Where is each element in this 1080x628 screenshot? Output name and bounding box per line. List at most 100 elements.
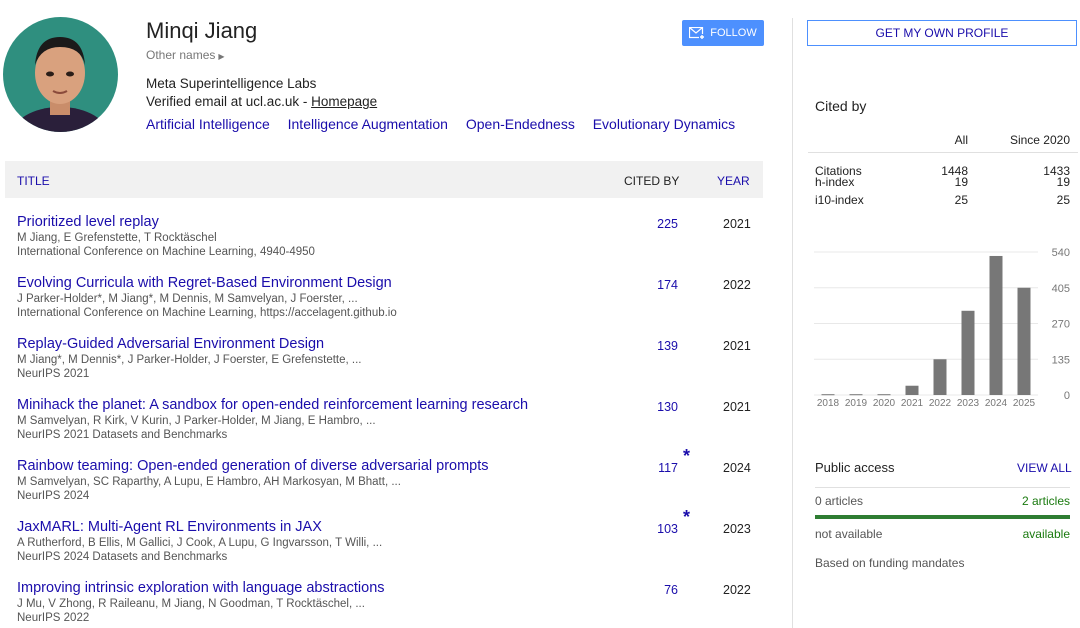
chart-bar[interactable] (989, 255, 1003, 395)
article-authors: J Parker-Holder*, M Jiang*, M Dennis, M … (17, 293, 358, 305)
email-text: Verified email at ucl.ac.uk - (146, 94, 312, 109)
available-label: available (1022, 527, 1070, 541)
follow-button[interactable]: FOLLOW (682, 20, 764, 46)
article-authors: J Mu, V Zhong, R Raileanu, M Jiang, N Go… (17, 598, 365, 610)
article-title-link[interactable]: Improving intrinsic exploration with lan… (17, 580, 385, 596)
sidebar-divider (792, 18, 793, 628)
cited-count-link[interactable]: 225 (657, 217, 678, 231)
chart-bar[interactable] (961, 310, 975, 395)
article-title-link[interactable]: Prioritized level replay (17, 214, 159, 230)
merged-citations-star[interactable]: * (683, 507, 690, 528)
funding-mandates-note: Based on funding mandates (815, 556, 965, 570)
article-title-link[interactable]: JaxMARL: Multi-Agent RL Environments in … (17, 519, 322, 535)
stats-label: h-index (815, 175, 855, 189)
cited-count-link[interactable]: 76 (664, 583, 678, 597)
table-row: Minihack the planet: A sandbox for open-… (5, 397, 763, 455)
chart-bar[interactable] (821, 394, 835, 396)
chart-bar[interactable] (933, 359, 947, 395)
article-title-link[interactable]: Minihack the planet: A sandbox for open-… (17, 397, 528, 413)
chart-x-tick: 2024 (985, 398, 1008, 409)
chart-bar[interactable] (877, 394, 891, 396)
cited-count-link[interactable]: 130 (657, 400, 678, 414)
article-year: 2023 (723, 522, 751, 536)
article-year: 2022 (723, 583, 751, 597)
interest-link[interactable]: Intelligence Augmentation (288, 116, 448, 132)
view-all-link[interactable]: VIEW ALL (1017, 461, 1072, 475)
chart-x-tick: 2020 (873, 398, 896, 409)
article-authors: M Samvelyan, SC Raparthy, A Lupu, E Hamb… (17, 476, 401, 488)
table-row: Improving intrinsic exploration with lan… (5, 580, 763, 628)
research-interests: Artificial Intelligence Intelligence Aug… (146, 116, 749, 132)
article-venue: NeurIPS 2022 (17, 612, 90, 624)
stats-row: h-index 19 19 (808, 171, 1078, 189)
stats-all: 19 (954, 175, 968, 189)
article-venue: International Conference on Machine Lear… (17, 246, 315, 258)
sort-by-year[interactable]: YEAR (717, 174, 750, 188)
stats-all: 25 (954, 193, 968, 207)
stats-col-all: All (954, 133, 968, 147)
article-venue: NeurIPS 2024 (17, 490, 90, 502)
article-year: 2021 (723, 400, 751, 414)
article-year: 2022 (723, 278, 751, 292)
table-row: Rainbow teaming: Open-ended generation o… (5, 446, 763, 516)
stats-label: i10-index (815, 193, 864, 207)
chart-y-tick: 405 (1052, 283, 1070, 295)
chart-bar[interactable] (905, 385, 919, 395)
article-year: 2021 (723, 217, 751, 231)
follow-mail-icon (689, 26, 706, 40)
profile-avatar (3, 17, 118, 132)
article-venue: NeurIPS 2021 Datasets and Benchmarks (17, 429, 228, 441)
table-row: JaxMARL: Multi-Agent RL Environments in … (5, 507, 763, 577)
chart-bar[interactable] (1017, 287, 1031, 395)
article-authors: M Samvelyan, R Kirk, V Kurin, J Parker-H… (17, 415, 376, 427)
chart-y-tick: 270 (1052, 319, 1070, 331)
caret-right-icon: ▶ (218, 52, 225, 61)
stats-col-since[interactable]: Since 2020 (1010, 133, 1070, 147)
chart-x-tick: 2021 (901, 398, 924, 409)
interest-link[interactable]: Open-Endedness (466, 116, 575, 132)
cited-count-link[interactable]: 139 (657, 339, 678, 353)
chart-x-tick: 2023 (957, 398, 980, 409)
cited-by-heading: Cited by (815, 98, 867, 114)
cited-count-link[interactable]: 174 (657, 278, 678, 292)
stats-since: 19 (1056, 175, 1070, 189)
public-access-divider (815, 487, 1070, 488)
article-title-link[interactable]: Rainbow teaming: Open-ended generation o… (17, 458, 489, 474)
chart-y-tick: 135 (1052, 354, 1070, 366)
table-row: Replay-Guided Adversarial Environment De… (5, 336, 763, 394)
chart-x-tick: 2018 (817, 398, 840, 409)
sort-by-cited[interactable]: CITED BY (624, 174, 679, 188)
articles-table-header: TITLE CITED BY YEAR (5, 161, 763, 198)
chart-y-tick: 0 (1064, 390, 1070, 402)
stats-since: 25 (1056, 193, 1070, 207)
merged-citations-star[interactable]: * (683, 446, 690, 467)
article-title-link[interactable]: Evolving Curricula with Regret-Based Env… (17, 275, 392, 291)
article-year: 2021 (723, 339, 751, 353)
other-names-toggle[interactable]: Other names ▶ (146, 48, 225, 62)
cited-count-link[interactable]: 117 (658, 461, 678, 475)
cited-count-link[interactable]: 103 (657, 522, 678, 536)
article-venue: NeurIPS 2024 Datasets and Benchmarks (17, 551, 228, 563)
homepage-link[interactable]: Homepage (311, 94, 377, 109)
chart-bar[interactable] (849, 394, 863, 396)
public-access-bar (815, 515, 1070, 519)
citation-stats-table: All Since 2020 Citations 1448 1433 h-ind… (808, 125, 1078, 207)
article-authors: M Jiang, E Grefenstette, T Rocktäschel (17, 232, 217, 244)
chart-x-tick: 2019 (845, 398, 868, 409)
chart-y-tick: 540 (1052, 247, 1070, 259)
article-title-link[interactable]: Replay-Guided Adversarial Environment De… (17, 336, 324, 352)
follow-label: FOLLOW (710, 27, 757, 39)
public-access-heading: Public access (815, 460, 895, 475)
article-year: 2024 (723, 461, 751, 475)
available-count: 2 articles (1021, 494, 1070, 508)
affiliation: Meta Superintelligence Labs (146, 76, 317, 91)
citations-per-year-chart: 0 135 270 405 540 2018 2019 2020 2021 2022 2023 202… (814, 247, 1070, 409)
stats-row: i10-index 25 25 (808, 189, 1078, 207)
other-names-label[interactable]: Other names (146, 48, 215, 62)
interest-link[interactable]: Evolutionary Dynamics (593, 116, 735, 132)
interest-link[interactable]: Artificial Intelligence (146, 116, 270, 132)
article-authors: M Jiang*, M Dennis*, J Parker-Holder, J … (17, 354, 362, 366)
sort-by-title[interactable]: TITLE (17, 174, 50, 188)
not-available-count: 0 articles (815, 494, 864, 508)
get-my-own-profile-button[interactable]: GET MY OWN PROFILE (807, 20, 1077, 46)
